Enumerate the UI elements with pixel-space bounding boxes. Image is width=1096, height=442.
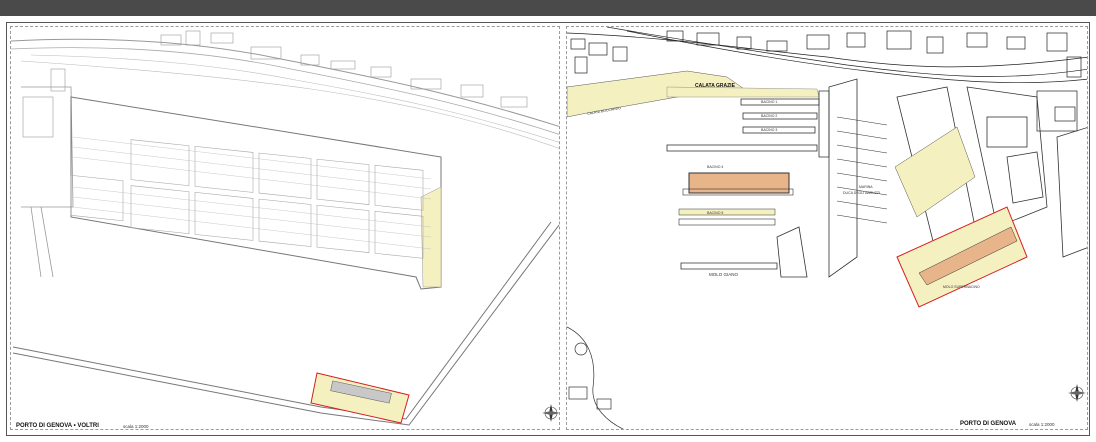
label-bacino-4: BACINO 4 bbox=[707, 165, 724, 169]
label-molo-superbacino: MOLO SUPERBACINO bbox=[943, 285, 980, 289]
label-bacino-2: BACINO 2 bbox=[761, 114, 778, 118]
genova-sheet-scale: scala 1:2000 bbox=[1029, 422, 1055, 427]
window-title-bar bbox=[0, 0, 1096, 16]
label-calata-grazie: CALATA GRAZIE bbox=[695, 83, 735, 89]
voltri-sheet-scale: scala 1:2000 bbox=[123, 424, 149, 429]
voltri-sheet-title: PORTO DI GENOVA • VOLTRI bbox=[16, 423, 99, 429]
label-bacino-1: BACINO 1 bbox=[761, 100, 778, 104]
label-duca-degli-abruzzi: DUCA DEGLI ABRUZZI bbox=[843, 191, 880, 195]
label-bacino-5: BACINO 5 bbox=[707, 211, 724, 215]
label-marina: MARINA bbox=[859, 185, 873, 189]
voltri-map-panel[interactable]: PORTO DI GENOVA • VOLTRI scala 1:2000 bbox=[10, 26, 560, 430]
label-molo-giano: MOLO GIANO bbox=[709, 272, 739, 277]
drawing-sheet: PORTO DI GENOVA • VOLTRI scala 1:2000 CA… bbox=[0, 16, 1096, 442]
label-bacino-3: BACINO 3 bbox=[761, 128, 778, 132]
genova-map-panel[interactable]: CALATA GRAZIE CALATA BOCCARDO BACINO 1 B… bbox=[566, 26, 1088, 430]
genova-map-drawing bbox=[567, 27, 1087, 429]
voltri-map-drawing bbox=[11, 30, 559, 426]
genova-sheet-title: PORTO DI GENOVA bbox=[960, 421, 1017, 427]
